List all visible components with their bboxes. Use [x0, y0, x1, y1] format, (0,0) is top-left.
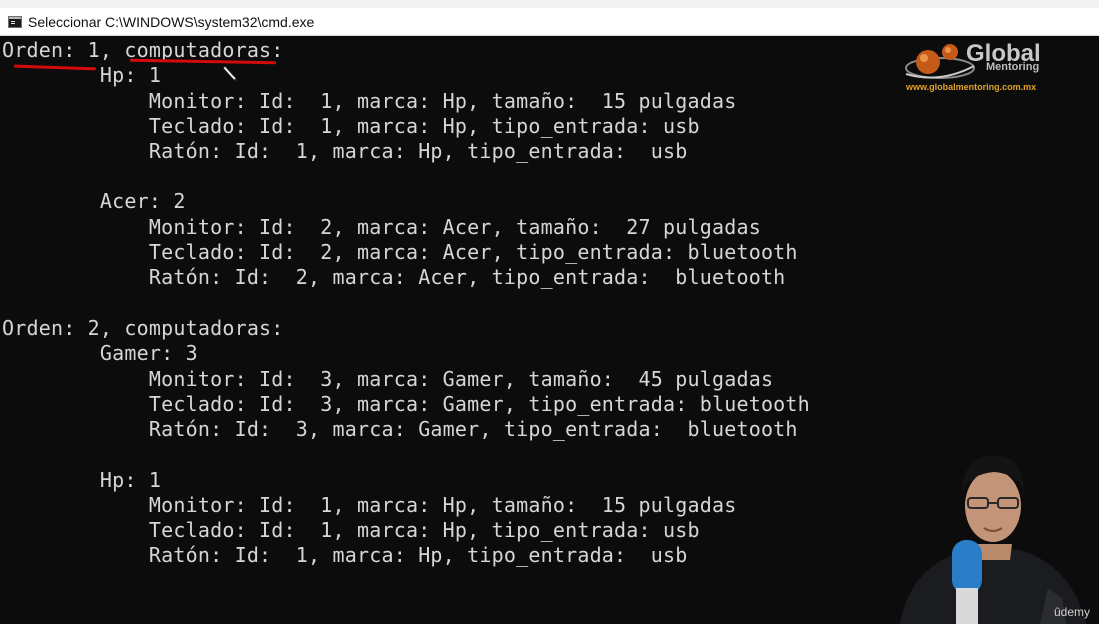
console-line: Monitor: Id: 3, marca: Gamer, tamaño: 45…: [2, 367, 774, 391]
console-line: Teclado: Id: 1, marca: Hp, tipo_entrada:…: [2, 518, 700, 542]
logo-subtitle: Mentoring: [986, 61, 1040, 73]
console-line: Ratón: Id: 1, marca: Hp, tipo_entrada: u…: [2, 543, 688, 567]
console-line: Orden: 2, computadoras:: [2, 316, 284, 340]
udemy-watermark: ûdemy: [1054, 605, 1091, 619]
console-line: Monitor: Id: 2, marca: Acer, tamaño: 27 …: [2, 215, 761, 239]
title-bar[interactable]: Seleccionar C:\WINDOWS\system32\cmd.exe: [0, 8, 1099, 36]
pen-cursor-icon: [222, 65, 238, 82]
console-line: Monitor: Id: 1, marca: Hp, tamaño: 15 pu…: [2, 493, 737, 517]
console-line: Hp: 1: [2, 468, 162, 492]
presenter-webcam: [900, 455, 1086, 624]
console-line: Teclado: Id: 3, marca: Gamer, tipo_entra…: [2, 392, 810, 416]
cmd-icon: [8, 15, 22, 28]
console-line: Monitor: Id: 1, marca: Hp, tamaño: 15 pu…: [2, 89, 737, 113]
console-line: Gamer: 3: [2, 341, 198, 365]
window-top-strip: [0, 0, 1099, 8]
window-title: Seleccionar C:\WINDOWS\system32\cmd.exe: [28, 13, 315, 30]
console-line: Ratón: Id: 1, marca: Hp, tipo_entrada: u…: [2, 139, 688, 163]
cmd-window: Seleccionar C:\WINDOWS\system32\cmd.exe …: [0, 0, 1099, 624]
console-line: Ratón: Id: 2, marca: Acer, tipo_entrada:…: [2, 265, 786, 289]
logo-url: www.globalmentoring.com.mx: [906, 82, 1037, 92]
console-line: Ratón: Id: 3, marca: Gamer, tipo_entrada…: [2, 417, 798, 441]
console-line: Teclado: Id: 1, marca: Hp, tipo_entrada:…: [2, 114, 700, 138]
console-line: Teclado: Id: 2, marca: Acer, tipo_entrad…: [2, 240, 798, 264]
console-line: Acer: 2: [2, 189, 186, 213]
